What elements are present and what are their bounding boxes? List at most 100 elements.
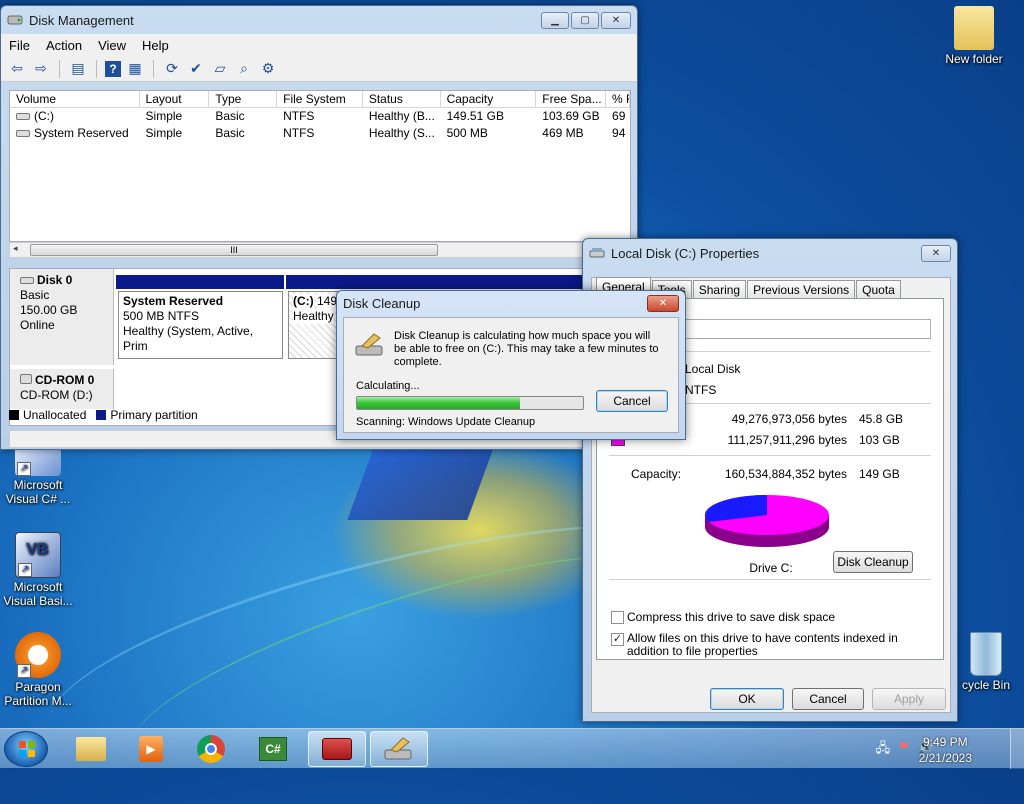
forward-icon[interactable]: ⇨	[31, 59, 51, 79]
layout-cell: Simple	[145, 109, 183, 123]
legend-primary: Primary partition	[110, 408, 198, 422]
menu-action[interactable]: Action	[46, 38, 82, 53]
menu-view[interactable]: View	[98, 38, 126, 53]
network-icon[interactable]: 🖧	[876, 739, 891, 761]
type-cell: Basic	[215, 109, 245, 123]
cd-drive-icon	[20, 374, 32, 384]
column-header-percent-free[interactable]: % F	[606, 91, 630, 107]
wallpaper-shape	[347, 450, 493, 520]
properties-icon[interactable]: ▦	[125, 59, 145, 79]
apply-button[interactable]: Apply	[872, 688, 946, 710]
menu-help[interactable]: Help	[142, 38, 169, 53]
cdrom-0-label[interactable]: CD-ROM 0 CD-ROM (D:)	[10, 369, 114, 409]
show-hide-console-tree-icon[interactable]: ▤	[68, 59, 88, 79]
column-header-volume[interactable]: Volume	[10, 91, 140, 107]
action-center-icon[interactable]: ⚑	[898, 739, 910, 761]
menu-file[interactable]: File	[9, 38, 30, 53]
scanning-status: Scanning: Windows Update Cleanup	[356, 416, 536, 428]
disk-0-label[interactable]: Disk 0 Basic 150.00 GB Online	[10, 269, 114, 365]
column-header-status[interactable]: Status	[363, 91, 441, 107]
desktop-icon-visual-basic[interactable]: VB ↗ Microsoft Visual Basi...	[0, 532, 76, 608]
desktop-icon-paragon[interactable]: ↗ Paragon Partition M...	[0, 632, 76, 708]
tab-previous-versions[interactable]: Previous Versions	[747, 280, 856, 299]
scroll-left-icon[interactable]: ◂	[13, 243, 18, 254]
window-title: Local Disk (C:) Properties	[611, 245, 760, 261]
help-icon[interactable]: ?	[105, 60, 121, 77]
start-button[interactable]	[4, 731, 48, 767]
taskbar-toolbox[interactable]	[308, 731, 366, 767]
cleanup-progress-bar	[356, 396, 584, 410]
taskbar-visual-csharp[interactable]: C#	[244, 731, 302, 767]
primary-swatch	[96, 410, 107, 420]
layout-cell: Simple	[145, 126, 183, 140]
settings-icon[interactable]: ⚙	[258, 59, 278, 79]
taskbar-chrome[interactable]	[182, 731, 240, 767]
toolbar: ⇦ ⇨ ▤ ? ▦ ⟳ ✔ ▱ ⌕ ⚙	[1, 56, 637, 82]
capacity-gb: 149 GB	[859, 467, 900, 481]
partition-size: 500 MB NTFS	[123, 309, 200, 323]
file-system-value: NTFS	[685, 383, 717, 397]
taskbar-explorer[interactable]	[62, 731, 120, 767]
used-space-bytes: 49,276,973,056 bytes	[731, 412, 847, 426]
minimize-button[interactable]: ▁	[541, 11, 569, 29]
shortcut-arrow-icon: ↗	[18, 563, 32, 577]
title-bar[interactable]: Disk Management ▁ ▢ ✕	[1, 6, 637, 34]
media-player-icon: ▶	[139, 736, 163, 762]
volume-name: System Reserved	[34, 126, 129, 140]
volume-cell: System Reserved	[10, 125, 140, 142]
refresh-icon[interactable]: ⟳	[162, 59, 182, 79]
close-button[interactable]: ✕	[647, 294, 679, 312]
back-icon[interactable]: ⇦	[7, 59, 27, 79]
horizontal-scrollbar[interactable]: ◂ III ▸	[9, 242, 631, 258]
dialog-body: Disk Cleanup is calculating how much spa…	[343, 317, 679, 433]
ok-button[interactable]: OK	[710, 688, 784, 710]
cancel-button[interactable]: Cancel	[596, 390, 668, 412]
index-checkbox[interactable]: ✓	[611, 633, 624, 646]
tab-quota[interactable]: Quota	[856, 280, 901, 299]
visual-studio-icon: ↗	[15, 446, 61, 476]
compress-checkbox[interactable]	[611, 611, 624, 624]
title-bar[interactable]: Local Disk (C:) Properties ✕	[583, 239, 957, 267]
partition-status: Healthy	[293, 309, 334, 324]
free-space-gb: 103 GB	[859, 433, 900, 447]
folder-icon	[76, 737, 106, 761]
column-header-layout[interactable]: Layout	[140, 91, 210, 107]
show-desktop-button[interactable]	[1010, 729, 1024, 769]
partition-name: System Reserved	[123, 294, 224, 308]
taskbar-disk-cleanup[interactable]	[370, 731, 428, 767]
system-clock[interactable]: 9:49 PM 2/21/2023	[919, 734, 972, 766]
rescan-disks-icon[interactable]: ✔	[186, 59, 206, 79]
file-system-cell: NTFS	[283, 126, 315, 140]
unallocated-swatch	[9, 410, 19, 420]
search-icon[interactable]: ⌕	[234, 59, 254, 79]
cancel-button[interactable]: Cancel	[792, 688, 864, 710]
open-folder-icon[interactable]: ▱	[210, 59, 230, 79]
column-header-file-system[interactable]: File System	[277, 91, 363, 107]
desktop-icon-recycle-bin[interactable]: cycle Bin	[948, 632, 1024, 692]
column-header-free-space[interactable]: Free Spa...	[536, 91, 607, 107]
capacity-bytes: 160,534,884,352 bytes	[724, 467, 847, 481]
drive-icon	[16, 113, 30, 120]
desktop-icon-visual-csharp[interactable]: ↗ Microsoft Visual C# ...	[0, 446, 76, 506]
taskbar-media-player[interactable]: ▶	[122, 731, 180, 767]
drive-name-input[interactable]	[685, 319, 931, 339]
drive-icon	[16, 130, 30, 137]
desktop-icon-new-folder[interactable]: New folder	[936, 6, 1012, 66]
table-row[interactable]: (C:) Simple Basic NTFS Healthy (B... 149…	[10, 108, 630, 125]
column-header-type[interactable]: Type	[209, 91, 278, 107]
percent-free-cell: 69	[612, 109, 626, 123]
table-row[interactable]: System Reserved Simple Basic NTFS Health…	[10, 125, 630, 142]
title-bar[interactable]: Disk Cleanup ✕	[337, 291, 685, 315]
column-header-capacity[interactable]: Capacity	[441, 91, 537, 107]
partition-header-bar	[286, 275, 630, 289]
disk-cleanup-button[interactable]: Disk Cleanup	[833, 551, 913, 573]
tab-sharing[interactable]: Sharing	[692, 280, 747, 299]
close-button[interactable]: ✕	[601, 11, 631, 29]
maximize-button[interactable]: ▢	[571, 11, 599, 29]
partition-system-reserved[interactable]: System Reserved 500 MB NTFS Healthy (Sys…	[118, 291, 283, 359]
menu-bar: File Action View Help	[1, 34, 637, 56]
scroll-thumb[interactable]: III	[30, 244, 438, 256]
disk-state: Online	[20, 318, 55, 332]
close-button[interactable]: ✕	[921, 244, 951, 262]
desktop-icon-label: cycle Bin	[961, 678, 1011, 692]
